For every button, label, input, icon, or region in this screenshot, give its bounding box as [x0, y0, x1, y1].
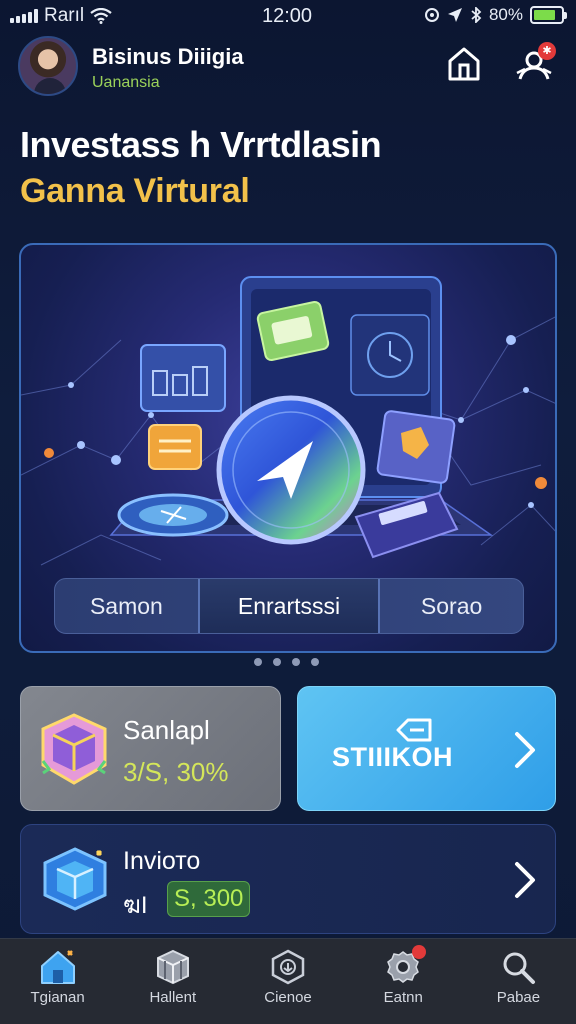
home-icon [40, 950, 75, 984]
battery-fill [534, 10, 555, 20]
page-title: Investass h Vrrtdlasin [20, 124, 382, 165]
package-icon [43, 847, 107, 911]
home-button[interactable] [444, 44, 484, 84]
pager-dot[interactable] [292, 658, 300, 666]
invite-amount: S, 300 [167, 881, 251, 917]
orange-node [44, 448, 54, 458]
search-icon [503, 952, 536, 984]
page-subtitle: Ganna Virtural [20, 172, 250, 210]
pager-dot[interactable] [311, 658, 319, 666]
wifi-icon [90, 8, 112, 24]
nav-search-label: Pabae [496, 989, 541, 1006]
at-icon [424, 8, 439, 22]
floating-card-left [140, 344, 226, 412]
carrier-name: Rarıl [44, 5, 85, 26]
nav-wallet-label: Hallent [149, 989, 197, 1006]
bluetooth-icon [471, 7, 482, 23]
nav-wallet[interactable]: Hallent [115, 939, 230, 1024]
box-icon [156, 949, 189, 985]
profile-subtitle: Uanansia [92, 74, 160, 91]
battery-percent: 80% [488, 5, 523, 24]
shield-icon [271, 949, 305, 985]
nav-home-label: Tgianan [30, 989, 85, 1006]
header: Bisinus Diiigia Uanansia ✱ [18, 36, 558, 100]
tab-samon[interactable]: Samon [55, 579, 198, 633]
tab-enrartsssi[interactable]: Enrartsssi [197, 579, 381, 633]
banner-pager[interactable] [254, 658, 319, 666]
nav-shield-label: Cienoe [264, 989, 312, 1006]
status-bar: Rarıl 12:00 80% [0, 0, 576, 30]
nav-home[interactable]: Tgianan [0, 939, 115, 1024]
hero-banner[interactable]: Samon Enrartsssi Sorao [19, 243, 557, 653]
status-left: Rarıl [10, 5, 112, 27]
tag-icon [396, 718, 432, 742]
action-label: STIIIKOH [332, 742, 454, 772]
profile-notifications-button[interactable]: ✱ [512, 42, 556, 86]
chevron-right-icon [515, 862, 535, 898]
floating-chip-orange [148, 424, 202, 470]
nav-settings[interactable]: Eatnn [346, 939, 461, 1024]
signal-icon [10, 9, 38, 23]
invite-name: Inviото [123, 847, 201, 875]
nav-search[interactable]: Pabae [461, 939, 576, 1024]
asset-card[interactable]: Sanlapl 3/S, 30% [20, 686, 281, 811]
asset-name: Sanlapl [123, 715, 210, 745]
floating-card-right [376, 410, 456, 484]
central-coin [216, 395, 366, 545]
tab-sorao[interactable]: Sorao [380, 579, 523, 633]
battery-icon [530, 6, 567, 24]
screen-panel [350, 314, 430, 396]
asset-value: 3/S, 30% [123, 757, 229, 787]
pager-dot[interactable] [254, 658, 262, 666]
invite-card[interactable]: Inviото ฆI S, 300 [20, 824, 556, 934]
action-card[interactable]: STIIIKOH [297, 686, 556, 811]
gift-box-icon [41, 713, 107, 785]
clock: 12:00 [262, 5, 313, 27]
orange-node-right [535, 477, 547, 489]
pager-dot[interactable] [273, 658, 281, 666]
settings-badge [411, 945, 426, 959]
banner-tabs: Samon Enrartsssi Sorao [54, 578, 524, 634]
profile-name: Bisinus Diiigia [92, 44, 244, 69]
status-right: 80% [424, 5, 567, 25]
base-disc [117, 493, 229, 537]
notification-badge: ✱ [538, 42, 556, 60]
chevron-right-icon [515, 732, 535, 768]
location-arrow-icon [447, 8, 462, 22]
nav-settings-label: Eatnn [383, 989, 423, 1006]
nav-shield[interactable]: Cienoe [230, 939, 345, 1024]
avatar[interactable] [18, 36, 78, 96]
invite-prefix: ฆI [123, 892, 148, 919]
bottom-nav: Tgianan Hallent Cienoe Eatnn Pabae [0, 938, 576, 1024]
home-icon [448, 47, 480, 81]
